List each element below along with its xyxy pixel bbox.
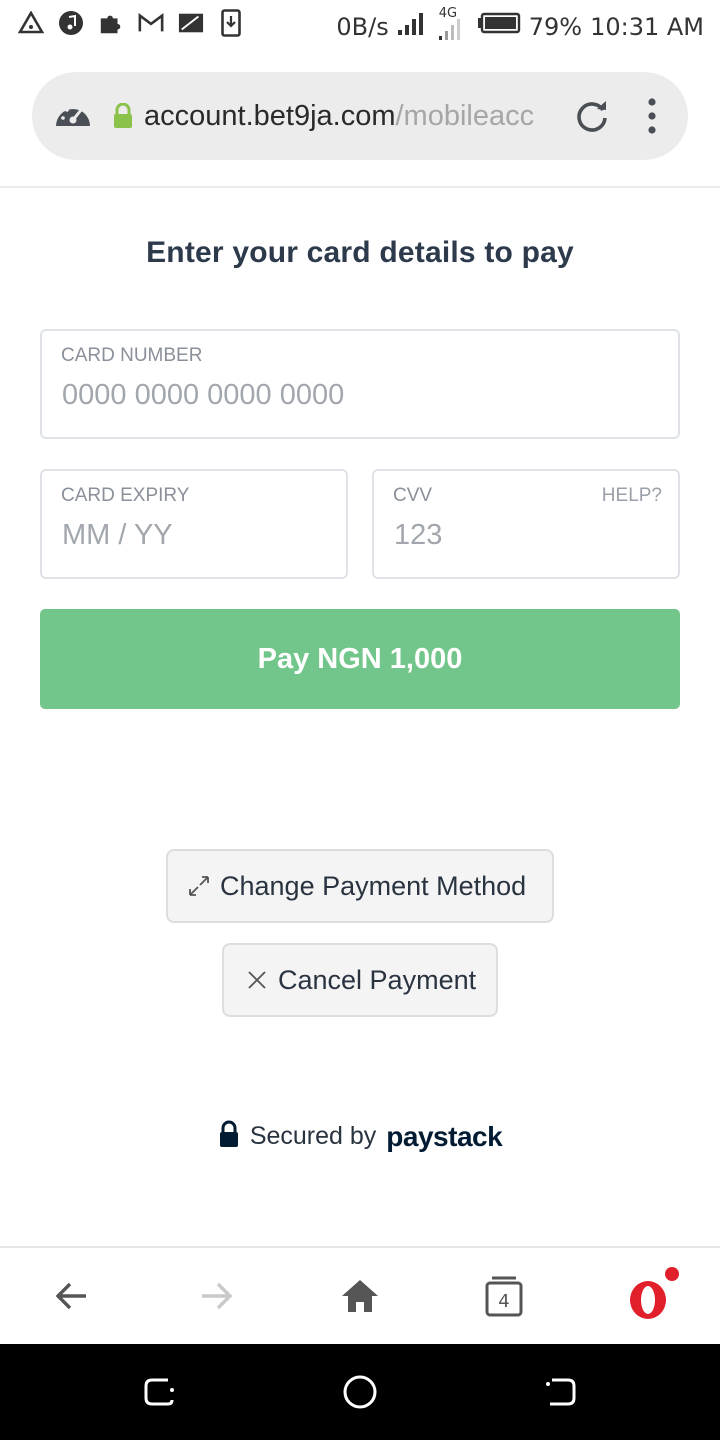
home-icon[interactable] <box>338 1274 382 1318</box>
signal-icon <box>397 10 427 43</box>
music-icon <box>58 10 84 36</box>
close-icon <box>244 967 270 993</box>
card-number-input[interactable] <box>62 379 603 412</box>
battery-level: 79% <box>528 12 583 41</box>
speed-dial-icon[interactable] <box>52 94 94 136</box>
warning-icon <box>18 10 44 36</box>
more-menu-icon[interactable] <box>638 96 666 136</box>
net-speed: 0B/s <box>336 12 389 41</box>
card-number-field[interactable]: CARD NUMBER <box>40 329 680 439</box>
puzzle-icon <box>98 10 124 36</box>
cvv-input[interactable] <box>394 519 653 552</box>
cvv-label: CVV <box>393 485 433 506</box>
clock: 10:31 AM <box>590 12 704 41</box>
page-title: Enter your card details to pay <box>146 236 574 269</box>
secured-by-footer: Secured by paystack <box>0 1120 720 1153</box>
card-number-label: CARD NUMBER <box>61 345 203 366</box>
cvv-help-link[interactable]: HELP? <box>602 485 662 507</box>
switch-arrows-icon <box>186 873 212 899</box>
tabs-icon[interactable]: 4 <box>482 1274 526 1318</box>
battery-icon <box>477 12 521 41</box>
card-expiry-input[interactable] <box>62 519 321 552</box>
recent-apps-icon[interactable] <box>142 1374 178 1410</box>
cvv-field[interactable]: CVV HELP? <box>372 469 680 579</box>
padlock-icon <box>218 1120 240 1153</box>
browser-bottom-bar: 4 <box>0 1246 720 1344</box>
notification-icons <box>18 9 244 37</box>
signal-4g-icon: 4G <box>435 6 469 42</box>
status-indicators: 0B/s 4G 79% 10:31 AM <box>336 6 704 43</box>
status-bar: 0B/s 4G 79% 10:31 AM <box>0 0 720 48</box>
cancel-payment-label: Cancel Payment <box>278 964 477 995</box>
card-expiry-label: CARD EXPIRY <box>61 485 190 506</box>
secured-by-text: Secured by <box>249 1122 377 1150</box>
system-navigation-bar <box>0 1344 720 1440</box>
url-text[interactable]: account.bet9ja.com/mobileacc <box>144 94 580 138</box>
cancel-payment-button[interactable]: Cancel Payment <box>222 943 498 1017</box>
url-path: /mobileacc <box>395 100 535 132</box>
gmail-icon <box>138 10 164 36</box>
paystack-logo: paystack <box>386 1120 503 1152</box>
card-expiry-field[interactable]: CARD EXPIRY <box>40 469 348 579</box>
forward-arrow-icon[interactable] <box>194 1274 238 1318</box>
address-bar[interactable]: account.bet9ja.com/mobileacc <box>32 72 688 160</box>
url-host: account.bet9ja.com <box>144 100 396 132</box>
pay-button[interactable]: Pay NGN 1,000 <box>40 609 680 709</box>
secure-lock-icon <box>112 102 134 129</box>
image-icon <box>178 10 204 36</box>
opera-menu-icon[interactable] <box>624 1266 684 1326</box>
back-arrow-icon[interactable] <box>50 1274 94 1318</box>
system-back-icon[interactable] <box>542 1374 578 1410</box>
change-payment-method-label: Change Payment Method <box>220 870 527 901</box>
reload-icon[interactable] <box>572 96 612 136</box>
tab-count: 4 <box>498 1291 509 1312</box>
download-icon <box>218 9 244 37</box>
browser-toolbar: account.bet9ja.com/mobileacc <box>0 48 720 188</box>
change-payment-method-button[interactable]: Change Payment Method <box>166 849 554 923</box>
home-circle-icon[interactable] <box>342 1374 378 1410</box>
